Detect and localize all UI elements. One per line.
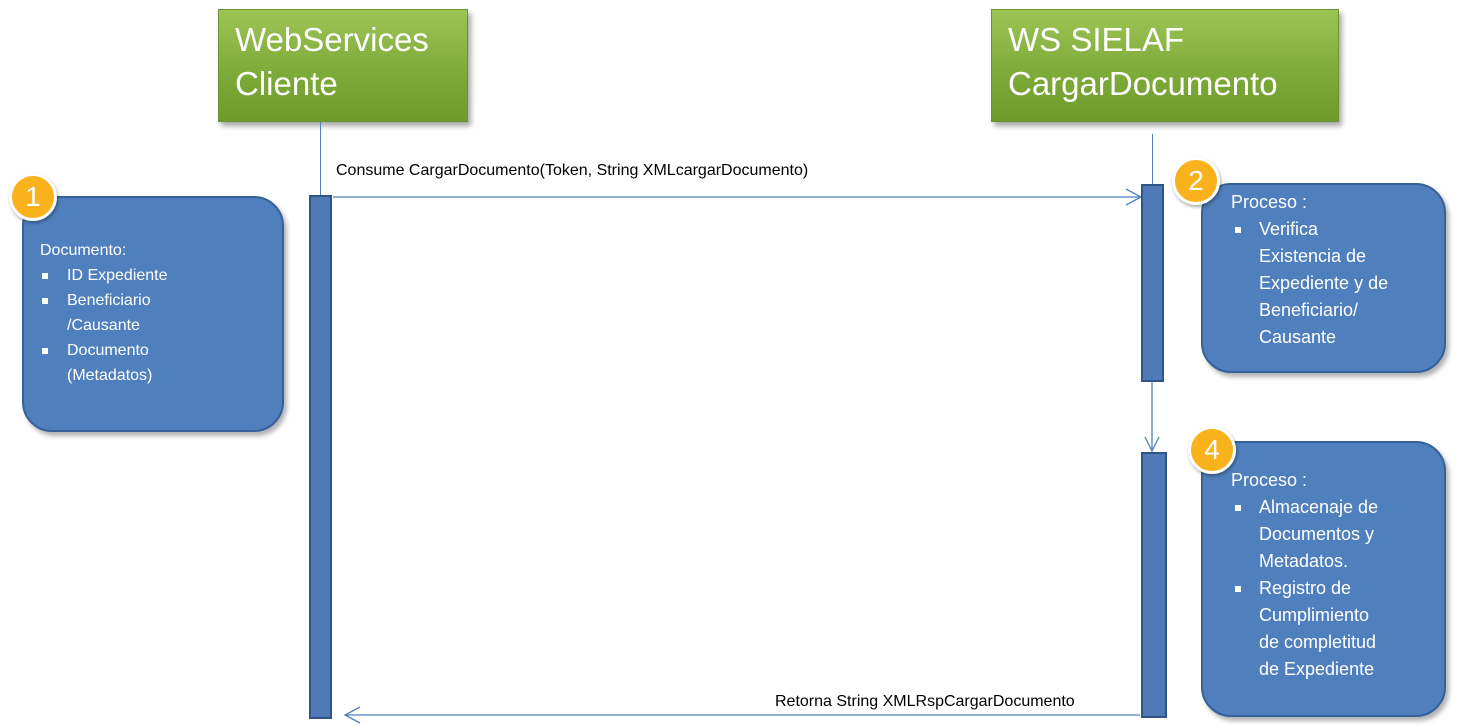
note-1-item-id-expediente: ID Expediente <box>40 263 282 288</box>
response-arrow-head <box>343 706 361 724</box>
note-4-line: Cumplimiento <box>1259 605 1370 625</box>
note-2-item-verifica: Verifica Existencia de Expediente y de B… <box>1231 216 1444 351</box>
activation-server-2 <box>1141 452 1167 718</box>
activation-server-1 <box>1141 184 1164 382</box>
mid-arrow-head <box>1144 436 1160 453</box>
note-4-title: Proceso : <box>1231 470 1308 490</box>
note-4-line: Almacenaje de <box>1259 497 1379 517</box>
step-badge-2: 2 <box>1172 157 1220 205</box>
actor-server-line1: WS SIELAF <box>1008 21 1185 58</box>
lifeline-client <box>320 122 321 197</box>
step-badge-4: 4 <box>1188 426 1236 474</box>
actor-webservices-cliente: WebServices Cliente <box>218 9 468 122</box>
actor-client-line1: WebServices <box>235 21 429 58</box>
note-step-2: Proceso : Verifica Existencia de Expedie… <box>1201 183 1446 373</box>
note-4-line: de Expediente <box>1259 659 1375 679</box>
note-step-1: Documento: ID Expediente Beneficiario /C… <box>22 196 284 432</box>
actor-server-line2: CargarDocumento <box>1008 65 1278 102</box>
note-2-line: Beneficiario/ <box>1259 300 1359 320</box>
note-4-line: Registro de <box>1259 578 1352 598</box>
note-2-line: Expediente y de <box>1259 273 1389 293</box>
note-1-item-beneficiario-line1: Beneficiario <box>67 292 151 309</box>
note-4-item-almacenaje: Almacenaje de Documentos y Metadatos. <box>1231 494 1444 575</box>
note-2-line: Causante <box>1259 327 1337 347</box>
activation-client <box>309 195 332 719</box>
request-message-label: Consume CargarDocumento(Token, String XM… <box>336 162 809 179</box>
note-1-item-beneficiario: Beneficiario /Causante <box>40 288 282 338</box>
response-message-label: Retorna String XMLRspCargarDocumento <box>775 693 1075 710</box>
note-4-line: Metadatos. <box>1259 551 1349 571</box>
note-2-title: Proceso : <box>1231 192 1308 212</box>
note-4-list: Almacenaje de Documentos y Metadatos. Re… <box>1231 494 1444 683</box>
note-2-line: Verifica <box>1259 219 1319 239</box>
actor-client-line2: Cliente <box>235 65 338 102</box>
note-step-4: Proceso : Almacenaje de Documentos y Met… <box>1201 441 1446 717</box>
lifeline-server <box>1152 134 1153 186</box>
note-1-title: Documento: <box>40 242 127 259</box>
note-1-list: ID Expediente Beneficiario /Causante Doc… <box>40 263 282 388</box>
note-2-line: Existencia de <box>1259 246 1367 266</box>
note-1-item-documento: Documento (Metadatos) <box>40 338 282 388</box>
note-2-list: Verifica Existencia de Expediente y de B… <box>1231 216 1444 351</box>
step-badge-1: 1 <box>9 173 57 221</box>
note-4-line: Documentos y <box>1259 524 1375 544</box>
request-arrow-head <box>1125 188 1143 206</box>
note-4-line: de completitud <box>1259 632 1377 652</box>
actor-ws-sielaf: WS SIELAF CargarDocumento <box>991 9 1339 122</box>
note-1-item-documento-line1: Documento <box>67 342 149 359</box>
note-1-item-documento-line2: (Metadatos) <box>67 367 153 384</box>
note-4-item-registro: Registro de Cumplimiento de completitud … <box>1231 575 1444 683</box>
note-1-item-beneficiario-line2: /Causante <box>67 317 140 334</box>
